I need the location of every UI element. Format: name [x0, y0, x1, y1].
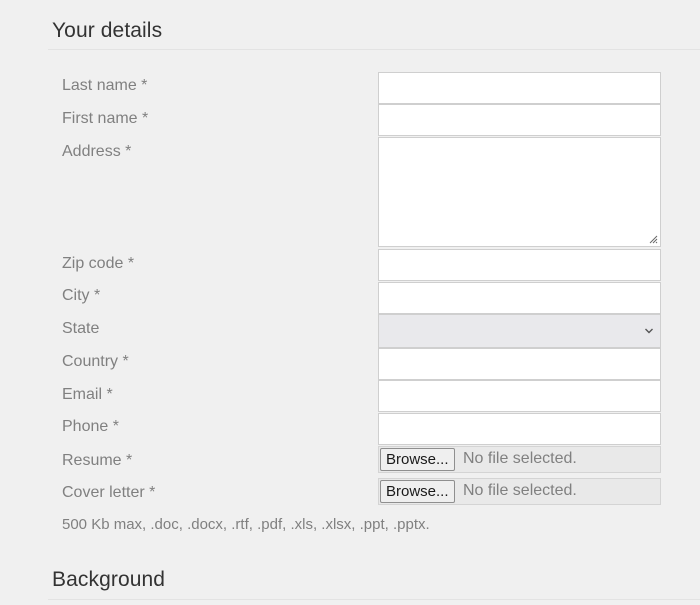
zip-code-input[interactable]	[378, 249, 661, 281]
state-label: State	[62, 320, 100, 337]
cover-letter-browse-button[interactable]: Browse...	[380, 480, 455, 503]
phone-input[interactable]	[378, 413, 661, 445]
email-label: Email *	[62, 386, 113, 403]
resume-file-status: No file selected.	[463, 450, 577, 467]
address-textarea[interactable]	[378, 137, 661, 247]
resume-file-input: Browse... No file selected.	[378, 446, 661, 473]
cover-letter-file-status: No file selected.	[463, 482, 577, 499]
last-name-input[interactable]	[378, 72, 661, 104]
resume-label: Resume *	[62, 452, 133, 469]
city-input[interactable]	[378, 282, 661, 314]
country-label: Country *	[62, 353, 129, 370]
address-label: Address *	[62, 143, 132, 160]
email-input[interactable]	[378, 380, 661, 412]
chevron-down-icon	[645, 328, 653, 334]
first-name-input[interactable]	[378, 104, 661, 136]
section-title-your-details: Your details	[52, 19, 163, 42]
zip-code-label: Zip code *	[62, 255, 135, 272]
cover-letter-file-input: Browse... No file selected.	[378, 478, 661, 505]
section-title-background: Background	[52, 568, 166, 591]
cover-letter-label: Cover letter *	[62, 484, 156, 501]
state-select[interactable]	[378, 314, 661, 348]
country-input[interactable]	[378, 348, 661, 380]
city-label: City *	[62, 287, 101, 304]
section-divider	[48, 49, 700, 50]
last-name-label: Last name *	[62, 77, 148, 94]
application-form: Your details Last name * First name * Ad…	[0, 0, 700, 605]
file-format-hint: 500 Kb max, .doc, .docx, .rtf, .pdf, .xl…	[62, 516, 430, 533]
phone-label: Phone *	[62, 418, 119, 435]
resume-browse-button[interactable]: Browse...	[380, 448, 455, 471]
section-divider	[48, 599, 700, 600]
first-name-label: First name *	[62, 110, 149, 127]
